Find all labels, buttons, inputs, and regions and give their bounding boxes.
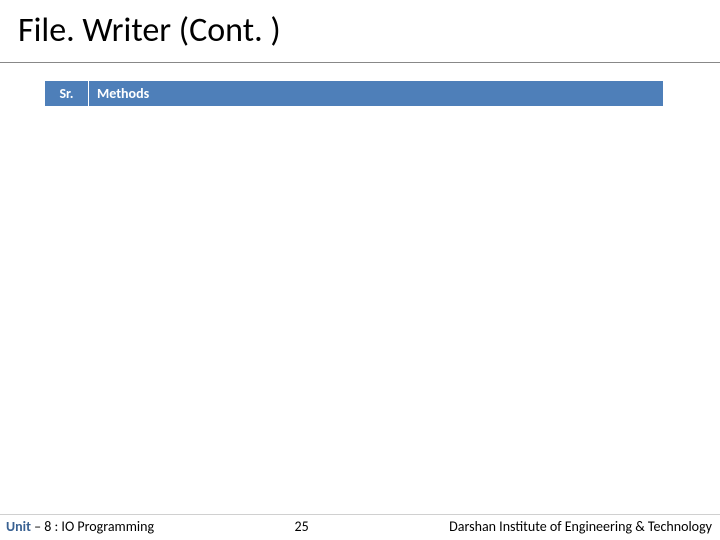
- methods-table-wrap: Sr. Methods: [44, 80, 664, 107]
- methods-table: Sr. Methods: [44, 80, 664, 107]
- slide: File. Writer (Cont. ) Sr. Methods Unit –…: [0, 0, 720, 540]
- footer-unit-rest: – 8 : IO Programming: [31, 518, 154, 535]
- footer-page-number: 25: [154, 518, 449, 535]
- footer-institute: Darshan Institute of Engineering & Techn…: [449, 518, 712, 535]
- col-header-methods: Methods: [89, 81, 664, 107]
- footer-unit-word: Unit: [6, 518, 31, 535]
- slide-footer: Unit – 8 : IO Programming 25 Darshan Ins…: [0, 514, 720, 540]
- title-underline: [0, 62, 720, 63]
- footer-left: Unit – 8 : IO Programming: [6, 518, 154, 535]
- slide-title: File. Writer (Cont. ): [18, 10, 702, 55]
- col-header-sr: Sr.: [45, 81, 89, 107]
- table-header-row: Sr. Methods: [45, 81, 664, 107]
- table-header: Sr. Methods: [45, 81, 664, 107]
- title-area: File. Writer (Cont. ): [18, 10, 702, 55]
